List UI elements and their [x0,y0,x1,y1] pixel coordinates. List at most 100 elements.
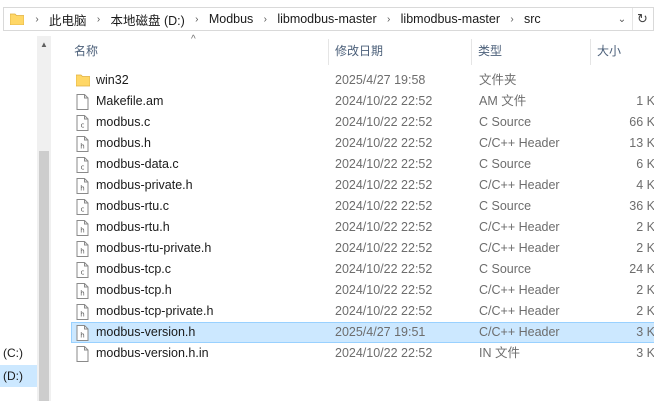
file-icon [76,94,90,110]
breadcrumb-separator-icon[interactable]: › [503,14,521,25]
header-file-icon: h [76,241,90,257]
breadcrumb-this-pc[interactable]: 此电脑 [46,10,90,29]
refresh-icon[interactable]: ↻ [632,8,652,30]
file-row[interactable]: h modbus-tcp-private.h 2024/10/22 22:52 C/C… [71,301,654,322]
column-header-row: ^ 名称 修改日期 类型 大小 [51,34,654,66]
file-name: modbus-tcp.c [96,262,172,276]
file-type: C/C++ Header [479,325,560,339]
breadcrumb-libmodbus-master[interactable]: libmodbus-master [274,12,379,26]
scroll-up-icon[interactable]: ▲ [37,40,51,52]
file-size: 3 K [636,325,654,339]
file-type: C Source [479,199,532,213]
file-modified-date: 2024/10/22 22:52 [335,178,433,192]
svg-text:h: h [80,290,84,298]
file-type: AM 文件 [479,94,527,108]
address-box[interactable]: › 此电脑 › 本地磁盘 (D:) › Modbus › libmodbus-m… [3,7,654,31]
breadcrumb-separator-icon[interactable]: › [90,14,108,25]
svg-text:h: h [80,332,84,340]
column-header-label: 大小 [597,44,622,58]
svg-text:c: c [81,122,85,130]
file-name: modbus-version.h.in [96,346,209,360]
file-name: modbus.c [96,115,151,129]
file-modified-date: 2024/10/22 22:52 [335,199,433,213]
file-name: modbus-data.c [96,157,179,171]
file-size: 1 K [636,94,654,108]
file-row[interactable]: h modbus-rtu.h 2024/10/22 22:52 C/C++ Heade… [71,217,654,238]
svg-text:c: c [81,269,85,277]
column-header-size[interactable]: 大小 [591,36,654,66]
file-modified-date: 2024/10/22 22:52 [335,136,433,150]
file-type: C Source [479,262,532,276]
file-row[interactable]: Makefile.am 2024/10/22 22:52 AM 文件 1 K [71,91,654,112]
file-name: modbus-tcp-private.h [96,304,214,318]
file-icon [76,346,90,362]
column-header-label: 类型 [478,44,503,58]
file-size: 24 K [629,262,654,276]
breadcrumb-src[interactable]: src [521,12,544,26]
column-header-label: 名称 [74,44,99,58]
file-modified-date: 2024/10/22 22:52 [335,241,433,255]
nav-item-drive-d[interactable]: (D:) [0,365,37,387]
breadcrumb-separator-icon: › [35,13,39,25]
header-file-icon: h [76,283,90,299]
file-modified-date: 2024/10/22 22:52 [335,346,433,360]
svg-text:h: h [80,185,84,193]
file-row[interactable]: c modbus-tcp.c 2024/10/22 22:52 C Source 24 … [71,259,654,280]
svg-text:h: h [80,227,84,235]
file-size: 2 K [636,304,654,318]
file-name: modbus-rtu-private.h [96,241,212,255]
column-header-type[interactable]: 类型 [472,36,590,66]
header-file-icon: h [76,325,90,341]
file-row[interactable]: h modbus-rtu-private.h 2024/10/22 22:52 C/C… [71,238,654,259]
nav-scrollbar[interactable]: ▲ [37,36,51,401]
file-row[interactable]: modbus-version.h.in 2024/10/22 22:52 IN 文件… [71,343,654,364]
chevron-down-icon[interactable]: ⌄ [613,8,631,30]
file-row[interactable]: c modbus-data.c 2024/10/22 22:52 C Source 6 … [71,154,654,175]
breadcrumb-libmodbus-master-inner[interactable]: libmodbus-master [398,12,503,26]
file-row[interactable]: h modbus-version.h 2025/4/27 19:51 C/C++ He… [71,322,654,343]
file-name: modbus-tcp.h [96,283,172,297]
nav-item-drive-c[interactable]: (C:) [0,342,37,364]
header-file-icon: h [76,304,90,320]
file-type: C Source [479,157,532,171]
file-size: 3 K [636,346,654,360]
breadcrumb-separator-icon[interactable]: › [380,14,398,25]
header-file-icon: h [76,136,90,152]
file-modified-date: 2024/10/22 22:52 [335,220,433,234]
file-row[interactable]: c modbus-rtu.c 2024/10/22 22:52 C Source 36 … [71,196,654,217]
c-source-icon: c [76,199,90,215]
file-type: C/C++ Header [479,136,560,150]
file-type: C Source [479,115,532,129]
file-size: 2 K [636,220,654,234]
file-type: C/C++ Header [479,178,560,192]
file-size: 4 K [636,178,654,192]
file-size: 6 K [636,157,654,171]
breadcrumb-modbus[interactable]: Modbus [206,12,256,26]
file-modified-date: 2024/10/22 22:52 [335,94,433,108]
breadcrumb-separator-icon[interactable]: › [188,14,206,25]
file-name: modbus-private.h [96,178,193,192]
c-source-icon: c [76,262,90,278]
folder-icon [6,8,28,30]
scrollbar-thumb[interactable] [39,151,49,401]
file-row[interactable]: h modbus.h 2024/10/22 22:52 C/C++ Header 13 … [71,133,654,154]
file-size: 2 K [636,283,654,297]
column-header-name[interactable]: 名称 [68,36,328,66]
breadcrumb-drive-d[interactable]: 本地磁盘 (D:) [108,10,188,29]
breadcrumb-separator-icon[interactable]: › [256,14,274,25]
file-row[interactable]: h modbus-tcp.h 2024/10/22 22:52 C/C++ Heade… [71,280,654,301]
file-type: C/C++ Header [479,304,560,318]
column-header-date[interactable]: 修改日期 [329,36,472,66]
c-source-icon: c [76,115,90,131]
file-name: Makefile.am [96,94,164,108]
file-modified-date: 2024/10/22 22:52 [335,157,433,171]
file-row[interactable]: h modbus-private.h 2024/10/22 22:52 C/C++ H… [71,175,654,196]
header-file-icon: h [76,178,90,194]
file-row[interactable]: c modbus.c 2024/10/22 22:52 C Source 66 K [71,112,654,133]
file-size: 66 K [629,115,654,129]
file-modified-date: 2024/10/22 22:52 [335,304,433,318]
file-type: IN 文件 [479,346,520,360]
file-name: modbus.h [96,136,151,150]
address-bar: › 此电脑 › 本地磁盘 (D:) › Modbus › libmodbus-m… [0,0,654,36]
file-row[interactable]: win32 2025/4/27 19:58 文件夹 [71,70,654,91]
